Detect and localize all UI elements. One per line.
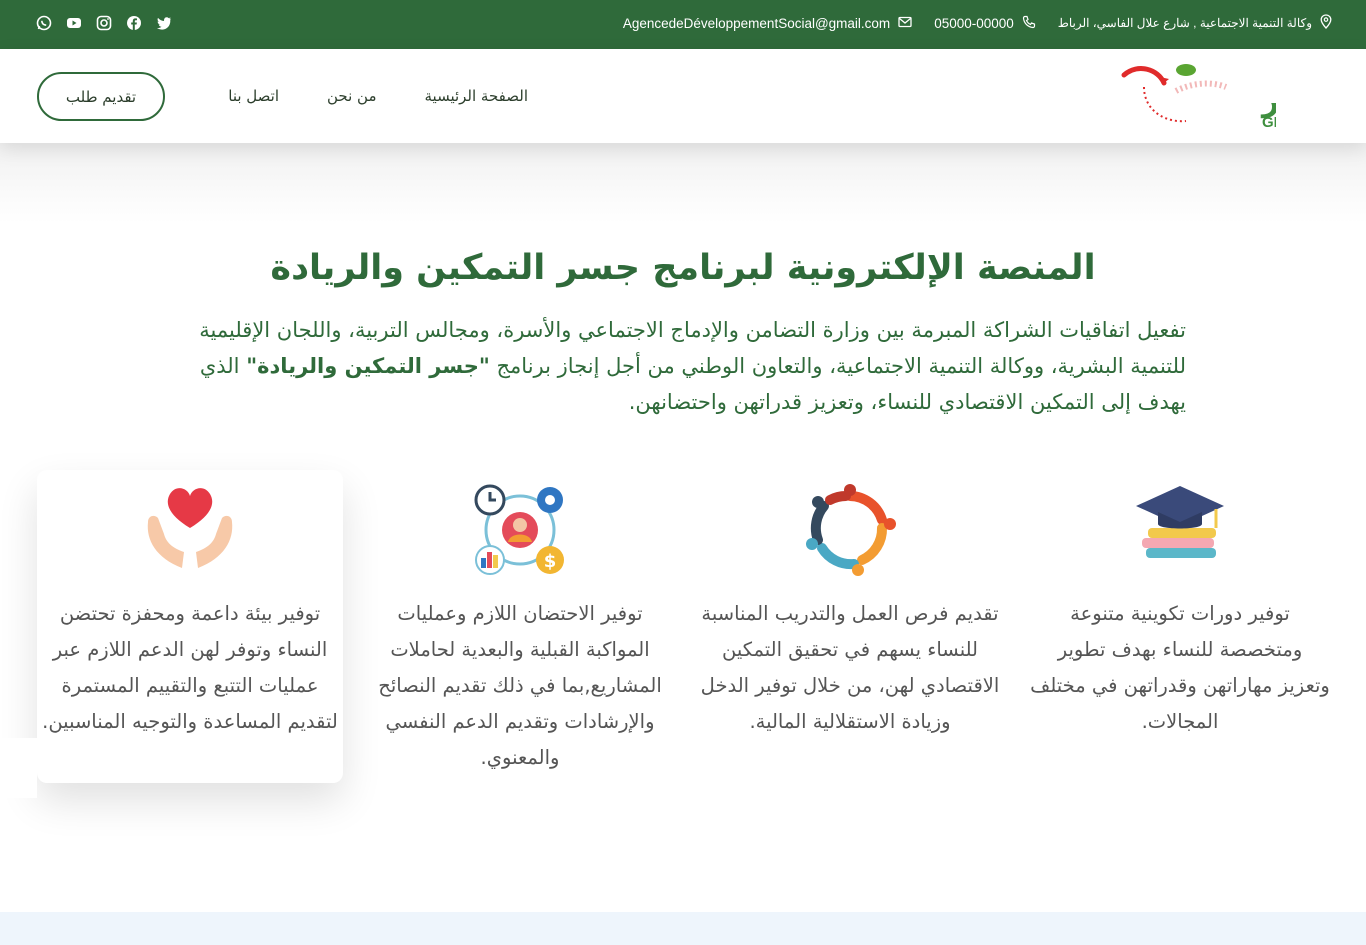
- nav-contact[interactable]: اتصل بنا: [228, 87, 279, 105]
- team-circle-icon: [806, 484, 896, 576]
- heart-hands-icon: [147, 488, 233, 568]
- email-item[interactable]: AgencedeDéveloppementSocial@gmail.com: [623, 16, 912, 31]
- section-edge: [0, 738, 37, 798]
- nav-menu: الصفحة الرئيسية من نحن اتصل بنا: [228, 87, 528, 105]
- feature-card-incubation: $ توفير الاحتضان اللازم وعمليات المواكبة…: [370, 482, 670, 776]
- gissr-logo[interactable]: جسر GISSR: [1116, 61, 1333, 131]
- phone-icon: [1022, 15, 1036, 32]
- main-navbar: جسر GISSR الصفحة الرئيسية من نحن اتصل بن…: [0, 49, 1366, 143]
- email-text[interactable]: AgencedeDéveloppementSocial@gmail.com: [623, 16, 890, 31]
- top-bar: AgencedeDéveloppementSocial@gmail.com 05…: [0, 0, 1366, 49]
- apply-button[interactable]: تقديم طلب: [37, 72, 165, 121]
- contact-info: AgencedeDéveloppementSocial@gmail.com 05…: [623, 14, 1332, 32]
- hero-description: تفعيل اتفاقيات الشراكة المبرمة بين وزارة…: [180, 312, 1186, 420]
- facebook-icon[interactable]: [126, 15, 142, 31]
- nav-home[interactable]: الصفحة الرئيسية: [425, 87, 529, 105]
- nav-about[interactable]: من نحن: [327, 87, 377, 105]
- feature-text: توفير بيئة داعمة ومحفزة تحتضن النساء وتو…: [42, 602, 338, 733]
- feature-text: توفير دورات تكوينية متنوعة ومتخصصة للنسا…: [1030, 602, 1330, 733]
- twitter-icon[interactable]: [156, 15, 172, 31]
- feature-card-employment: تقديم فرص العمل والتدريب المناسبة للنساء…: [700, 482, 1000, 740]
- phone-item[interactable]: 05000-00000: [934, 15, 1036, 32]
- graduation-cap-icon: [1136, 486, 1224, 558]
- feature-text: توفير الاحتضان اللازم وعمليات المواكبة ا…: [378, 602, 662, 769]
- feature-card-support: توفير بيئة داعمة ومحفزة تحتضن النساء وتو…: [40, 482, 340, 740]
- lead-program-name: "جسر التمكين والريادة": [246, 354, 490, 378]
- address-text: وكالة التنمية الاجتماعية , شارع علال الف…: [1057, 16, 1312, 30]
- phone-text[interactable]: 05000-00000: [934, 16, 1014, 31]
- svg-text:$: $: [544, 551, 557, 572]
- social-links: [36, 15, 172, 31]
- feature-text: تقديم فرص العمل والتدريب المناسبة للنساء…: [700, 602, 1000, 733]
- whatsapp-icon[interactable]: [36, 15, 52, 31]
- business-network-icon: $: [474, 484, 564, 575]
- next-section-strip: [0, 912, 1366, 945]
- location-icon: [1320, 14, 1332, 32]
- page-title: المنصة الإلكترونية لبرنامج جسر التمكين و…: [270, 248, 1096, 288]
- address-item: وكالة التنمية الاجتماعية , شارع علال الف…: [1058, 14, 1332, 32]
- hero-background: [0, 143, 1366, 223]
- feature-card-training: توفير دورات تكوينية متنوعة ومتخصصة للنسا…: [1030, 482, 1330, 740]
- instagram-icon[interactable]: [96, 15, 112, 31]
- youtube-icon[interactable]: [66, 15, 82, 31]
- logo-subtext: GISSR: [1262, 114, 1276, 131]
- mail-icon: [898, 16, 912, 31]
